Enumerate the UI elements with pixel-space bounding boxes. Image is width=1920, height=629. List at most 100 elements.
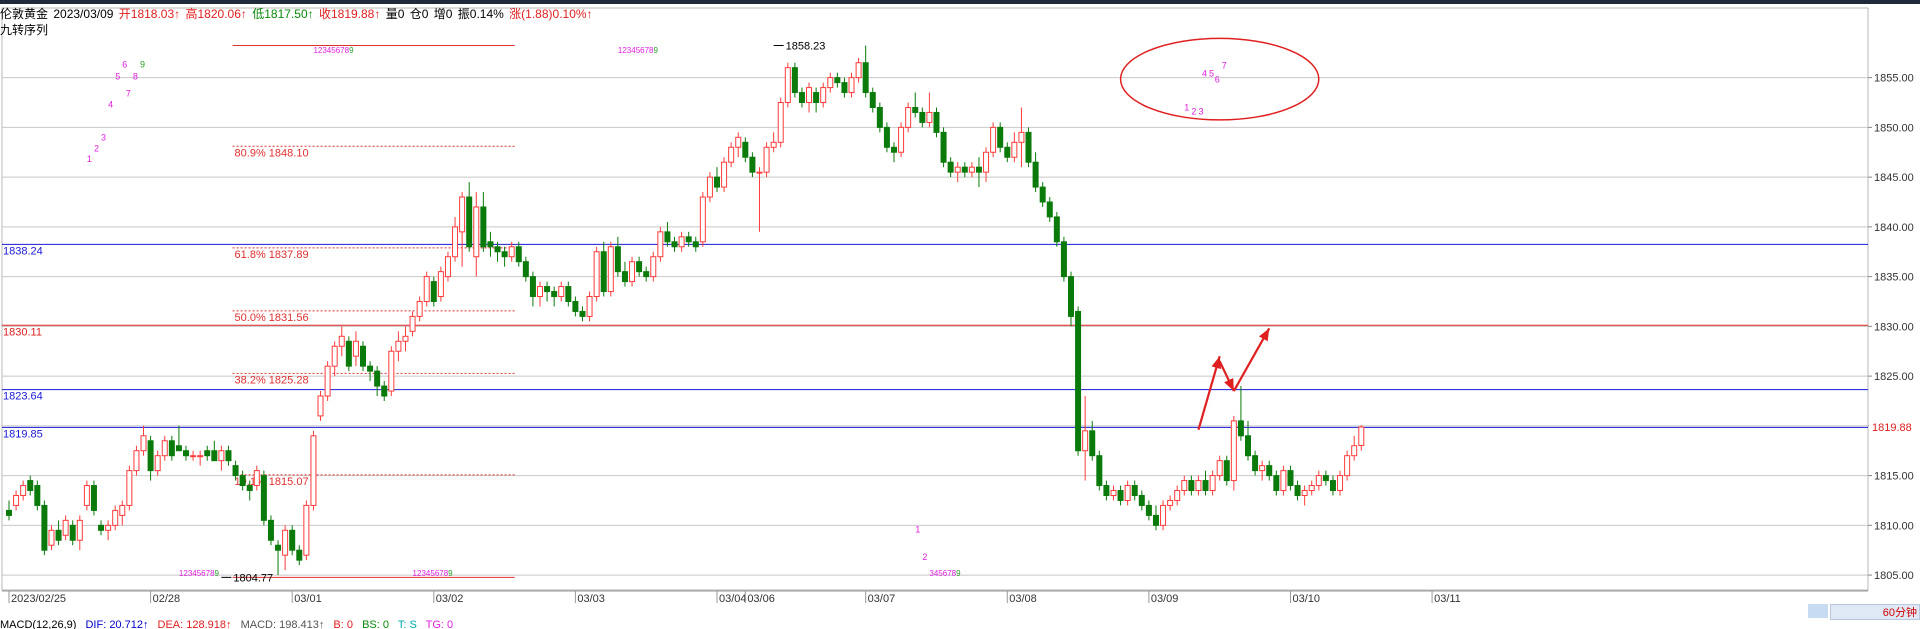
fib-level-label: 50.0% 1831.56 xyxy=(235,312,309,324)
y-tick-label: 1840.00 xyxy=(1874,222,1914,234)
candle-body xyxy=(69,524,76,541)
candle-body xyxy=(763,146,770,173)
candle-body xyxy=(1230,420,1237,482)
candle-body xyxy=(1004,146,1011,158)
candle-body xyxy=(1329,480,1336,492)
candle-body xyxy=(282,529,289,556)
y-tick-label: 1855.00 xyxy=(1874,73,1914,85)
candle-body xyxy=(954,166,961,173)
candle-body xyxy=(1039,186,1046,203)
candle-body xyxy=(1082,430,1089,452)
low-price: 低1817.50↑ xyxy=(252,7,314,21)
candle-body xyxy=(310,435,317,506)
y-tick-label: 1815.00 xyxy=(1874,471,1914,483)
candle-body xyxy=(1110,490,1117,496)
candle-body xyxy=(692,241,699,248)
candle-body xyxy=(912,106,919,113)
fib-level-label: 61.8% 1837.89 xyxy=(235,249,309,261)
macd-b: B: 0 xyxy=(333,620,353,629)
candle-body xyxy=(13,494,20,506)
x-tick-label: 03/01 xyxy=(294,593,322,605)
quote-date: 2023/03/09 xyxy=(53,7,114,21)
candle-body xyxy=(83,485,90,506)
y-tick-label: 1805.00 xyxy=(1874,570,1914,582)
nine-sequence-label: 123456789 xyxy=(313,46,354,55)
candle-body xyxy=(558,286,565,298)
candle-body xyxy=(742,141,749,158)
candle-body xyxy=(855,62,862,79)
plot-frame xyxy=(1,7,1869,591)
candle-body xyxy=(848,77,855,94)
instrument-name: 伦敦黄金 xyxy=(0,7,49,21)
count-digit: 7 xyxy=(126,89,131,99)
y-tick-label: 1835.00 xyxy=(1874,272,1914,284)
candle-body xyxy=(1068,276,1074,317)
candle-body xyxy=(360,345,366,367)
candle-body xyxy=(1351,445,1358,457)
candle-body xyxy=(798,92,805,104)
candle-body xyxy=(1032,161,1039,188)
candle-body xyxy=(883,126,890,148)
candle-body xyxy=(126,470,133,506)
candle-body xyxy=(600,251,607,293)
candle-body xyxy=(791,67,798,94)
candle-body xyxy=(98,524,105,531)
candle-body xyxy=(607,246,614,293)
candle-body xyxy=(813,92,820,104)
high-price: 高1820.06↑ xyxy=(185,7,247,21)
candle-body xyxy=(1160,504,1167,526)
candle-body xyxy=(699,196,706,243)
candle-body xyxy=(1245,435,1251,457)
candle-body xyxy=(898,126,905,153)
scrollbar-thumb[interactable] xyxy=(1808,604,1828,618)
candle-body xyxy=(940,131,947,163)
macd-bs: BS: 0 xyxy=(362,620,389,629)
count-digit: 2 xyxy=(1191,106,1196,116)
candle-body xyxy=(1358,426,1365,446)
candle-body xyxy=(1131,485,1138,496)
candle-body xyxy=(225,450,232,462)
candle-body xyxy=(1322,475,1329,482)
timeframe-button[interactable]: 60分钟 xyxy=(1830,604,1920,620)
candle-body xyxy=(1025,131,1032,163)
candle-body xyxy=(452,226,459,258)
candle-body xyxy=(1223,460,1230,482)
candle-body xyxy=(968,166,975,173)
annotation-label: 1804.77 xyxy=(233,572,273,584)
count-digit: 2 xyxy=(94,143,99,153)
candle-body xyxy=(565,286,572,302)
candle-body xyxy=(204,450,211,457)
candle-body xyxy=(1075,310,1082,452)
volume: 量0 xyxy=(385,7,405,21)
candle-body xyxy=(161,440,168,457)
candle-body xyxy=(388,350,395,392)
candle-body xyxy=(331,345,338,367)
y-tick-label: 1825.00 xyxy=(1874,371,1914,383)
candle-body xyxy=(515,246,522,263)
candle-body xyxy=(862,62,869,94)
nine-sequence-digit: 9 xyxy=(654,46,659,55)
candle-body xyxy=(423,276,430,302)
candle-body xyxy=(1174,490,1181,501)
nine-sequence-digit: 9 xyxy=(956,569,961,578)
candle-body xyxy=(27,480,34,492)
candle-body xyxy=(459,196,466,233)
nine-sequence-label: 3456789 xyxy=(929,569,961,578)
candle-body xyxy=(614,246,621,273)
candle-body xyxy=(1195,480,1202,492)
candle-body xyxy=(289,529,296,551)
candle-body xyxy=(572,300,579,312)
nine-sequence-digit: 9 xyxy=(215,569,220,578)
candle-body xyxy=(869,92,876,108)
candlestick-chart[interactable]: 1805.001810.001815.001820.001825.001830.… xyxy=(0,0,1920,629)
count-digit: 1 xyxy=(915,524,920,534)
candle-body xyxy=(197,455,204,458)
candle-body xyxy=(1280,470,1287,492)
candle-body xyxy=(409,315,416,332)
candle-body xyxy=(90,485,97,511)
candle-body xyxy=(317,395,324,417)
candle-body xyxy=(664,231,671,243)
candle-body xyxy=(650,256,657,278)
candle-body xyxy=(1209,475,1216,492)
candle-body xyxy=(41,504,48,551)
